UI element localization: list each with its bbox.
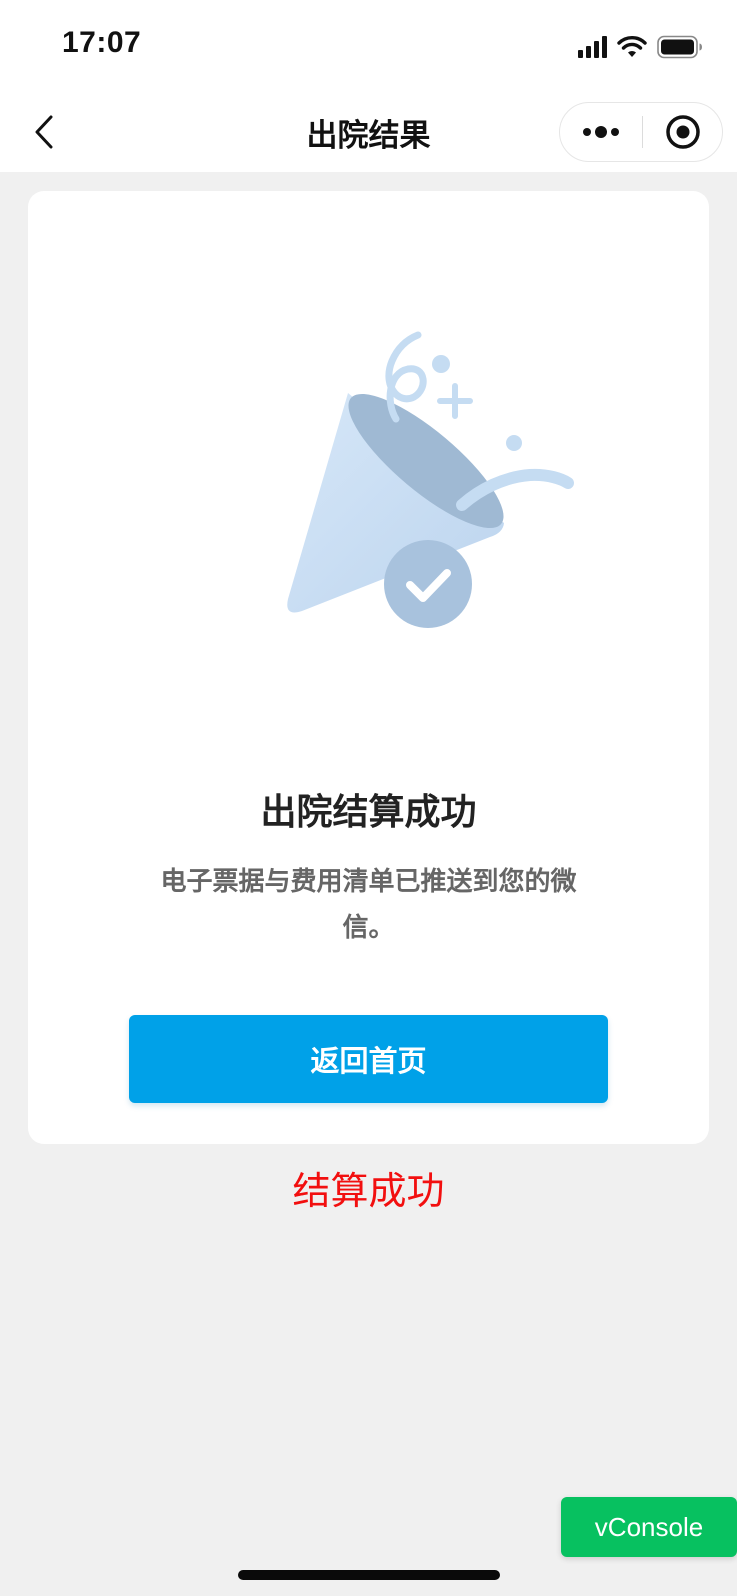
target-close-icon bbox=[665, 115, 700, 149]
close-miniprogram-button[interactable] bbox=[643, 102, 722, 162]
wifi-icon bbox=[617, 35, 647, 59]
result-description: 电子票据与费用清单已推送到您的微信。 bbox=[160, 867, 577, 943]
party-popper-success-icon bbox=[287, 331, 574, 628]
nav-bar: 出院结果 bbox=[0, 92, 737, 172]
screen: 17:07 出院结果 出院结算成功 电子票据与费用清单已推送到您的微信。 返回首… bbox=[0, 0, 737, 1596]
battery-icon bbox=[657, 35, 703, 59]
result-title: 出院结算成功 bbox=[260, 792, 477, 833]
vconsole-button[interactable]: vConsole bbox=[561, 1497, 737, 1557]
capsule-menu bbox=[559, 102, 723, 162]
status-bar: 17:07 bbox=[0, 0, 737, 92]
status-icons bbox=[578, 32, 703, 62]
status-time: 17:07 bbox=[62, 26, 142, 59]
more-button[interactable] bbox=[560, 102, 642, 162]
result-card: 出院结算成功 电子票据与费用清单已推送到您的微信。 返回首页 bbox=[28, 191, 709, 1144]
signal-icon bbox=[578, 36, 607, 58]
more-dots-icon bbox=[583, 126, 619, 138]
home-indicator[interactable] bbox=[238, 1570, 500, 1580]
return-home-button[interactable]: 返回首页 bbox=[129, 1015, 608, 1103]
status-note: 结算成功 bbox=[292, 1169, 445, 1213]
